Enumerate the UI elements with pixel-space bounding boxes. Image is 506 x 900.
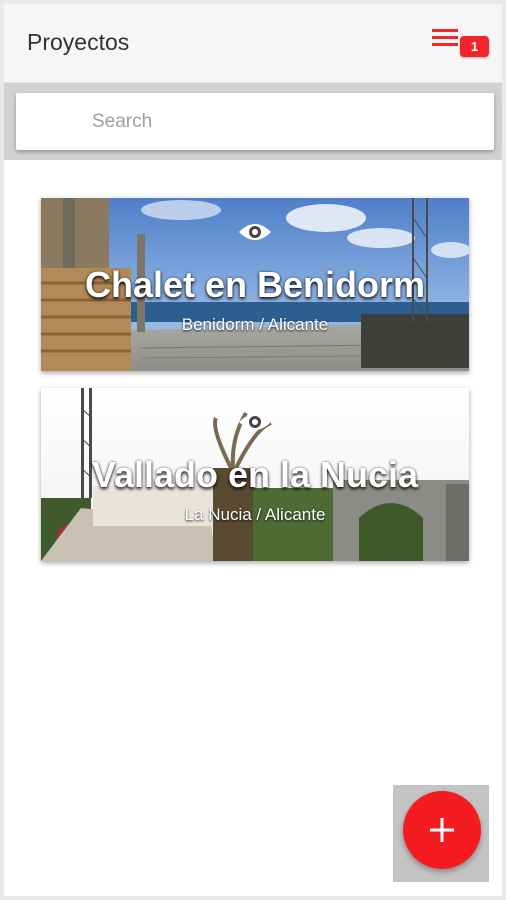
app-header: Proyectos 1	[4, 4, 502, 83]
search-box	[16, 93, 494, 150]
plus-icon	[430, 818, 454, 842]
eye-icon[interactable]	[238, 410, 272, 434]
list-menu-icon	[432, 29, 458, 46]
menu-button[interactable]: 1	[428, 26, 492, 62]
eye-icon[interactable]	[238, 220, 272, 244]
project-title: Chalet en Benidorm	[84, 264, 426, 305]
project-location: La Nucia / Alicante	[184, 505, 326, 524]
search-input[interactable]	[16, 93, 494, 150]
fab-container	[393, 785, 489, 882]
project-card-chalet-benidorm[interactable]: Chalet en Benidorm Benidorm / Alicante	[41, 198, 469, 371]
project-title: Vallado en la Nucia	[91, 454, 419, 495]
app-screen: Proyectos 1 Search Chalet en Benidorm Be…	[4, 4, 502, 896]
notification-badge: 1	[460, 36, 489, 57]
page-title: Proyectos	[27, 29, 130, 55]
add-project-button[interactable]	[403, 791, 481, 869]
project-card-vallado-nucia[interactable]: Vallado en la Nucia La Nucia / Alicante	[41, 388, 469, 561]
search-bar	[4, 83, 502, 160]
project-location: Benidorm / Alicante	[181, 315, 329, 334]
